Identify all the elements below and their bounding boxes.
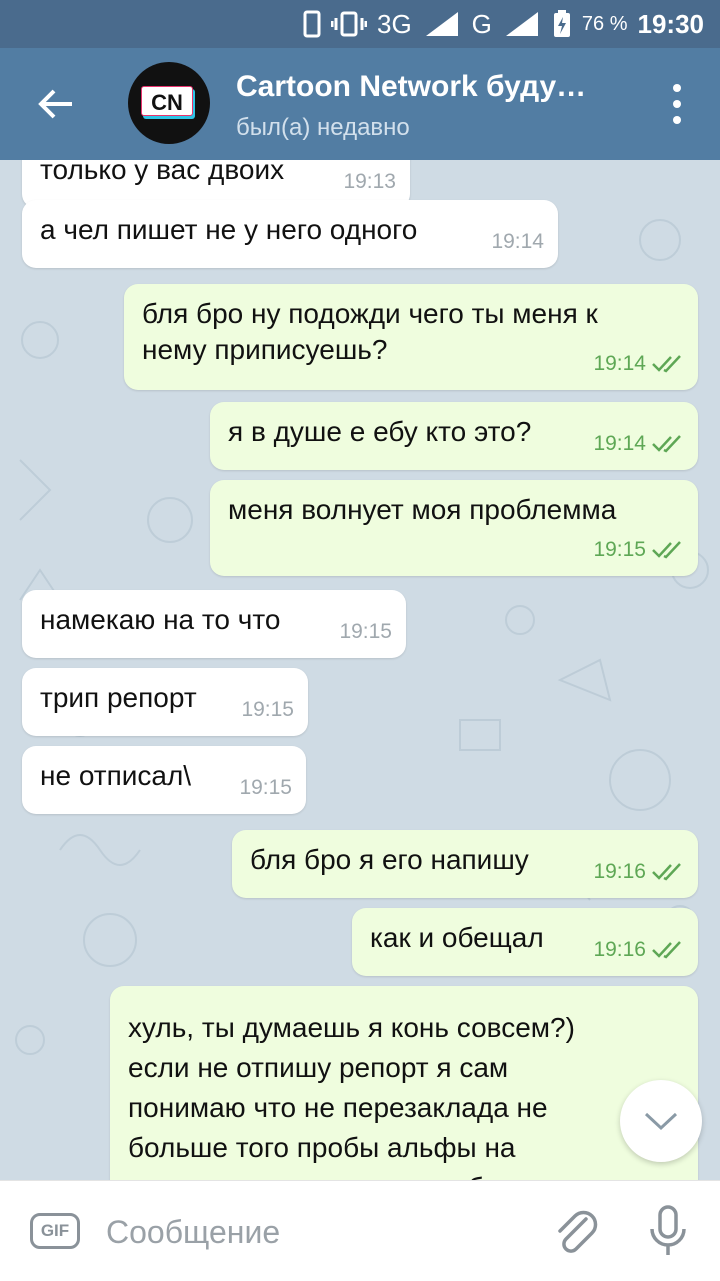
message-outgoing[interactable]: бля бро я его напишу 19:16 — [232, 830, 698, 898]
message-text: бля бро я его напишу — [250, 844, 529, 875]
message-time: 19:15 — [239, 776, 292, 799]
double-check-icon — [652, 541, 681, 559]
double-check-icon — [652, 863, 681, 881]
double-check-icon — [652, 941, 681, 959]
chat-title[interactable]: Cartoon Network буду… — [236, 70, 636, 104]
chat-header: CN Cartoon Network буду… был(а) недавно — [0, 48, 720, 160]
battery-icon — [552, 9, 572, 39]
message-incoming[interactable]: трип репорт 19:15 — [22, 668, 308, 736]
back-button[interactable] — [28, 80, 84, 128]
message-composer: GIF — [0, 1180, 720, 1281]
battery-level: 76 % — [581, 12, 628, 35]
paperclip-icon — [558, 1210, 598, 1253]
message-time: 19:14 — [593, 432, 646, 455]
message-list[interactable]: только у вас двоих 19:13 а чел пишет не … — [0, 160, 720, 1180]
network-2-label: G — [471, 8, 492, 39]
network-1-label: 3G — [376, 8, 412, 39]
message-text: меня волнует моя проблемма — [228, 494, 617, 525]
chevron-down-icon — [644, 1112, 678, 1131]
attach-button[interactable] — [552, 1205, 600, 1257]
phone-icon — [303, 10, 321, 38]
message-time: 19:16 — [593, 860, 646, 883]
message-incoming[interactable]: а чел пишет не у него одного 19:14 — [22, 200, 558, 268]
message-text: хуль, ты думаешь я конь совсем?) если не… — [128, 1012, 601, 1180]
message-time: 19:15 — [593, 538, 646, 561]
message-text: только у вас двоих — [40, 160, 285, 185]
message-outgoing[interactable]: бля бро ну подожди чего ты меня к нему п… — [124, 284, 698, 390]
message-incoming[interactable]: намекаю на то что 19:15 — [22, 590, 406, 658]
message-time: 19:15 — [339, 620, 392, 643]
message-outgoing[interactable]: меня волнует моя проблемма 19:15 — [210, 480, 698, 576]
message-outgoing[interactable]: хуль, ты думаешь я конь совсем?) если не… — [110, 986, 698, 1180]
message-outgoing[interactable]: я в душе е ебу кто это? 19:14 — [210, 402, 698, 470]
microphone-icon — [650, 1205, 686, 1255]
arrow-left-icon — [38, 89, 72, 119]
message-time: 19:15 — [241, 698, 294, 721]
cartoon-network-logo: CN — [141, 86, 195, 119]
vibrate-icon — [330, 10, 367, 38]
signal-icon-2 — [502, 10, 542, 38]
microphone-button[interactable] — [646, 1205, 690, 1259]
avatar-text: CN — [151, 90, 183, 115]
message-time: 19:14 — [491, 230, 544, 253]
signal-icon — [422, 10, 462, 38]
message-text: а чел пишет не у него одного — [40, 214, 418, 245]
message-text: трип репорт — [40, 682, 197, 713]
status-bar: 3G G 76 % 19:30 — [0, 0, 720, 48]
double-check-icon — [652, 435, 681, 453]
message-incoming[interactable]: не отписал\ 19:15 — [22, 746, 306, 814]
message-text: не отписал\ — [40, 760, 192, 791]
gif-button[interactable]: GIF — [30, 1213, 80, 1249]
clock: 19:30 — [637, 8, 705, 39]
message-text: как и обещал — [370, 922, 544, 953]
avatar[interactable]: CN — [128, 62, 210, 144]
message-text: бля бро ну подожди чего ты меня к нему п… — [142, 298, 598, 365]
message-outgoing[interactable]: как и обещал 19:16 — [352, 908, 698, 976]
message-text: намекаю на то что — [40, 604, 281, 635]
more-menu-button[interactable] — [662, 84, 692, 124]
message-time: 19:14 — [593, 352, 646, 375]
message-text: я в душе е ебу кто это? — [228, 416, 532, 447]
message-input[interactable] — [104, 1207, 528, 1257]
double-check-icon — [652, 355, 681, 373]
message-time: 19:13 — [343, 170, 396, 193]
scroll-down-button[interactable] — [620, 1080, 702, 1162]
last-seen-status: был(а) недавно — [236, 114, 410, 141]
message-time: 19:16 — [593, 938, 646, 961]
